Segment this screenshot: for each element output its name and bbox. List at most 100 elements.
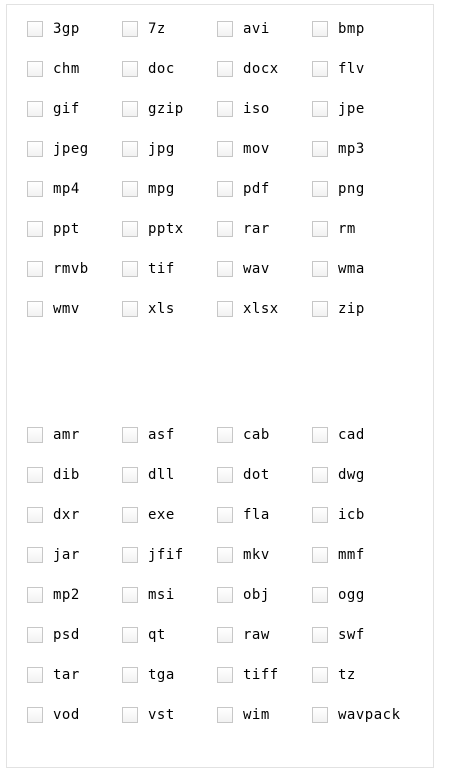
checkbox[interactable] (27, 667, 43, 683)
checkbox[interactable] (122, 707, 138, 723)
checkbox[interactable] (27, 261, 43, 277)
file-type-option[interactable]: exe (122, 506, 217, 546)
checkbox[interactable] (27, 101, 43, 117)
file-type-option[interactable]: mp4 (27, 180, 122, 220)
file-type-option[interactable]: icb (312, 506, 442, 546)
file-type-option[interactable]: mpg (122, 180, 217, 220)
file-type-option[interactable]: 3gp (27, 20, 122, 60)
checkbox[interactable] (217, 667, 233, 683)
file-type-option[interactable]: mkv (217, 546, 312, 586)
checkbox[interactable] (27, 181, 43, 197)
checkbox[interactable] (312, 547, 328, 563)
file-type-option[interactable]: mov (217, 140, 312, 180)
checkbox[interactable] (27, 547, 43, 563)
checkbox[interactable] (122, 301, 138, 317)
checkbox[interactable] (312, 221, 328, 237)
checkbox[interactable] (312, 61, 328, 77)
file-type-option[interactable]: wmv (27, 300, 122, 340)
checkbox[interactable] (217, 587, 233, 603)
checkbox[interactable] (27, 627, 43, 643)
file-type-option[interactable]: wavpack (312, 706, 442, 746)
file-type-option[interactable]: cab (217, 426, 312, 466)
file-type-option[interactable]: doc (122, 60, 217, 100)
checkbox[interactable] (122, 587, 138, 603)
file-type-option[interactable]: mp3 (312, 140, 442, 180)
file-type-option[interactable]: xls (122, 300, 217, 340)
checkbox[interactable] (312, 21, 328, 37)
file-type-option[interactable]: vod (27, 706, 122, 746)
checkbox[interactable] (122, 61, 138, 77)
checkbox[interactable] (217, 221, 233, 237)
checkbox[interactable] (122, 221, 138, 237)
checkbox[interactable] (312, 301, 328, 317)
checkbox[interactable] (27, 61, 43, 77)
file-type-option[interactable]: chm (27, 60, 122, 100)
checkbox[interactable] (217, 101, 233, 117)
checkbox[interactable] (122, 101, 138, 117)
file-type-option[interactable]: zip (312, 300, 442, 340)
checkbox[interactable] (217, 61, 233, 77)
file-type-option[interactable]: mmf (312, 546, 442, 586)
file-type-option[interactable]: jpg (122, 140, 217, 180)
file-type-option[interactable]: png (312, 180, 442, 220)
file-type-option[interactable]: jpe (312, 100, 442, 140)
checkbox[interactable] (312, 707, 328, 723)
file-type-option[interactable]: jfif (122, 546, 217, 586)
checkbox[interactable] (27, 587, 43, 603)
file-type-option[interactable]: ogg (312, 586, 442, 626)
file-type-option[interactable]: vst (122, 706, 217, 746)
file-type-option[interactable]: asf (122, 426, 217, 466)
file-type-option[interactable]: ppt (27, 220, 122, 260)
file-type-option[interactable]: dib (27, 466, 122, 506)
checkbox[interactable] (217, 627, 233, 643)
checkbox[interactable] (122, 547, 138, 563)
checkbox[interactable] (312, 141, 328, 157)
checkbox[interactable] (27, 507, 43, 523)
checkbox[interactable] (217, 707, 233, 723)
file-type-option[interactable]: dwg (312, 466, 442, 506)
checkbox[interactable] (122, 507, 138, 523)
file-type-option[interactable]: rmvb (27, 260, 122, 300)
checkbox[interactable] (122, 21, 138, 37)
file-type-option[interactable]: tz (312, 666, 442, 706)
file-type-option[interactable]: swf (312, 626, 442, 666)
file-type-option[interactable]: rm (312, 220, 442, 260)
file-type-option[interactable]: amr (27, 426, 122, 466)
checkbox[interactable] (312, 427, 328, 443)
checkbox[interactable] (217, 21, 233, 37)
checkbox[interactable] (27, 427, 43, 443)
file-type-option[interactable]: tar (27, 666, 122, 706)
file-type-option[interactable]: flv (312, 60, 442, 100)
checkbox[interactable] (122, 427, 138, 443)
file-type-option[interactable]: msi (122, 586, 217, 626)
checkbox[interactable] (27, 141, 43, 157)
file-type-option[interactable]: avi (217, 20, 312, 60)
file-type-option[interactable]: gif (27, 100, 122, 140)
file-type-option[interactable]: wav (217, 260, 312, 300)
file-type-option[interactable]: wim (217, 706, 312, 746)
checkbox[interactable] (217, 181, 233, 197)
file-type-option[interactable]: jpeg (27, 140, 122, 180)
file-type-option[interactable]: iso (217, 100, 312, 140)
checkbox[interactable] (312, 667, 328, 683)
file-type-option[interactable]: bmp (312, 20, 442, 60)
file-type-option[interactable]: pdf (217, 180, 312, 220)
checkbox[interactable] (312, 467, 328, 483)
file-type-option[interactable]: jar (27, 546, 122, 586)
checkbox[interactable] (27, 707, 43, 723)
checkbox[interactable] (217, 507, 233, 523)
checkbox[interactable] (27, 301, 43, 317)
file-type-option[interactable]: dll (122, 466, 217, 506)
checkbox[interactable] (217, 547, 233, 563)
checkbox[interactable] (122, 627, 138, 643)
checkbox[interactable] (122, 261, 138, 277)
file-type-option[interactable]: xlsx (217, 300, 312, 340)
checkbox[interactable] (217, 141, 233, 157)
file-type-option[interactable]: obj (217, 586, 312, 626)
file-type-option[interactable]: tif (122, 260, 217, 300)
checkbox[interactable] (27, 21, 43, 37)
file-type-option[interactable]: psd (27, 626, 122, 666)
checkbox[interactable] (217, 301, 233, 317)
checkbox[interactable] (312, 507, 328, 523)
checkbox[interactable] (27, 467, 43, 483)
